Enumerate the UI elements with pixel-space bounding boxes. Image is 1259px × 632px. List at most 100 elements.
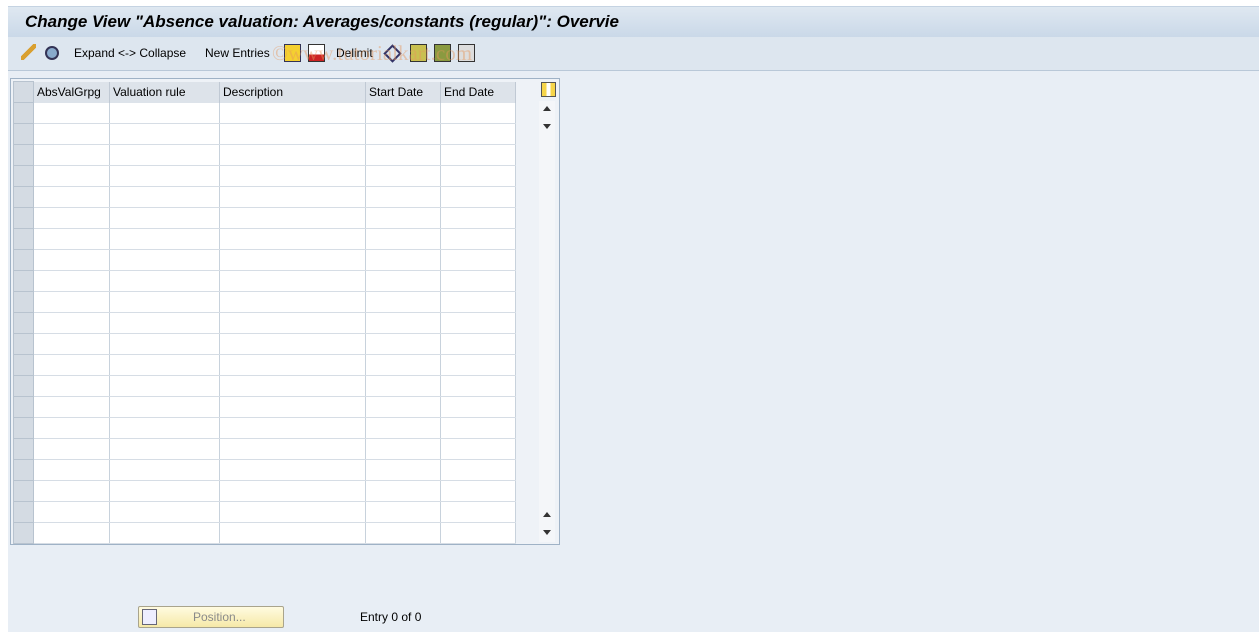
table-cell[interactable]	[33, 459, 110, 481]
table-cell[interactable]	[365, 417, 441, 439]
table-cell[interactable]	[109, 270, 220, 292]
table-cell[interactable]	[219, 354, 366, 376]
details-icon[interactable]	[45, 46, 59, 60]
table-cell[interactable]	[219, 417, 366, 439]
table-cell[interactable]	[33, 375, 110, 397]
table-cell[interactable]	[365, 207, 441, 229]
table-cell[interactable]	[33, 270, 110, 292]
table-cell[interactable]	[440, 375, 516, 397]
table-cell[interactable]	[440, 270, 516, 292]
row-selector[interactable]	[13, 207, 34, 229]
table-cell[interactable]	[219, 165, 366, 187]
table-cell[interactable]	[219, 228, 366, 250]
table-cell[interactable]	[440, 186, 516, 208]
table-cell[interactable]	[365, 438, 441, 460]
table-cell[interactable]	[219, 522, 366, 544]
row-selector[interactable]	[13, 312, 34, 334]
undo-icon[interactable]	[383, 44, 402, 63]
table-cell[interactable]	[219, 186, 366, 208]
table-cell[interactable]	[109, 417, 220, 439]
table-cell[interactable]	[365, 333, 441, 355]
table-cell[interactable]	[219, 438, 366, 460]
table-cell[interactable]	[109, 102, 220, 124]
table-cell[interactable]	[109, 186, 220, 208]
row-selector[interactable]	[13, 144, 34, 166]
table-cell[interactable]	[440, 396, 516, 418]
column-header-absvalgrpg[interactable]: AbsValGrpg	[33, 81, 110, 103]
row-selector[interactable]	[13, 438, 34, 460]
column-header-description[interactable]: Description	[219, 81, 366, 103]
table-cell[interactable]	[440, 291, 516, 313]
table-cell[interactable]	[440, 333, 516, 355]
scroll-page-up-icon[interactable]	[543, 512, 551, 517]
table-cell[interactable]	[109, 354, 220, 376]
table-cell[interactable]	[33, 396, 110, 418]
table-cell[interactable]	[33, 333, 110, 355]
table-cell[interactable]	[365, 123, 441, 145]
table-cell[interactable]	[109, 312, 220, 334]
row-selector[interactable]	[13, 417, 34, 439]
display-change-icon[interactable]	[21, 44, 36, 60]
scroll-page-down-icon[interactable]	[543, 124, 551, 129]
table-cell[interactable]	[365, 312, 441, 334]
column-header-start-date[interactable]: Start Date	[365, 81, 441, 103]
table-cell[interactable]	[440, 123, 516, 145]
table-cell[interactable]	[109, 291, 220, 313]
table-cell[interactable]	[365, 144, 441, 166]
table-cell[interactable]	[109, 396, 220, 418]
column-header-end-date[interactable]: End Date	[440, 81, 516, 103]
table-cell[interactable]	[440, 102, 516, 124]
table-cell[interactable]	[33, 354, 110, 376]
select-all-cell[interactable]	[13, 81, 34, 103]
table-cell[interactable]	[365, 375, 441, 397]
table-cell[interactable]	[33, 501, 110, 523]
table-cell[interactable]	[440, 417, 516, 439]
table-cell[interactable]	[109, 123, 220, 145]
table-cell[interactable]	[109, 144, 220, 166]
scroll-up-icon[interactable]	[543, 106, 551, 111]
row-selector[interactable]	[13, 501, 34, 523]
table-cell[interactable]	[219, 249, 366, 271]
table-cell[interactable]	[440, 501, 516, 523]
table-cell[interactable]	[365, 501, 441, 523]
table-cell[interactable]	[219, 459, 366, 481]
table-cell[interactable]	[365, 459, 441, 481]
row-selector[interactable]	[13, 522, 34, 544]
table-cell[interactable]	[219, 270, 366, 292]
table-cell[interactable]	[33, 102, 110, 124]
table-cell[interactable]	[440, 480, 516, 502]
table-cell[interactable]	[219, 102, 366, 124]
row-selector[interactable]	[13, 102, 34, 124]
table-cell[interactable]	[219, 123, 366, 145]
table-cell[interactable]	[440, 438, 516, 460]
column-header-valuation-rule[interactable]: Valuation rule	[109, 81, 220, 103]
table-cell[interactable]	[440, 207, 516, 229]
table-cell[interactable]	[33, 417, 110, 439]
table-cell[interactable]	[365, 165, 441, 187]
table-cell[interactable]	[33, 480, 110, 502]
table-cell[interactable]	[365, 186, 441, 208]
select-all-icon[interactable]	[410, 44, 427, 62]
table-cell[interactable]	[33, 186, 110, 208]
table-cell[interactable]	[440, 165, 516, 187]
table-cell[interactable]	[33, 165, 110, 187]
row-selector[interactable]	[13, 354, 34, 376]
vertical-scrollbar[interactable]	[539, 101, 555, 542]
table-cell[interactable]	[365, 291, 441, 313]
column-settings-icon[interactable]	[541, 82, 556, 97]
delete-icon[interactable]	[308, 44, 325, 62]
table-cell[interactable]	[440, 249, 516, 271]
table-cell[interactable]	[440, 228, 516, 250]
table-cell[interactable]	[365, 480, 441, 502]
row-selector[interactable]	[13, 375, 34, 397]
expand-collapse-button[interactable]: Expand <-> Collapse	[74, 46, 186, 60]
row-selector[interactable]	[13, 291, 34, 313]
table-cell[interactable]	[109, 228, 220, 250]
row-selector[interactable]	[13, 186, 34, 208]
delimit-button[interactable]: Delimit	[336, 46, 373, 60]
table-cell[interactable]	[33, 144, 110, 166]
table-cell[interactable]	[109, 333, 220, 355]
table-cell[interactable]	[219, 291, 366, 313]
table-cell[interactable]	[109, 522, 220, 544]
table-cell[interactable]	[365, 522, 441, 544]
